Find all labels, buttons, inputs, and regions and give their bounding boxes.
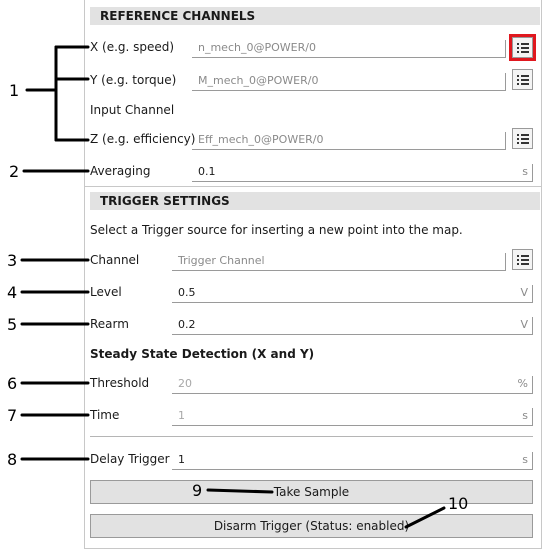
callout-line-10 bbox=[404, 506, 446, 529]
callout-3: 3 bbox=[7, 251, 18, 270]
callout-9: 9 bbox=[192, 481, 203, 500]
callout-2: 2 bbox=[9, 162, 20, 181]
callout-line-9 bbox=[206, 488, 274, 494]
callout-1: 1 bbox=[9, 81, 20, 100]
callout-lines bbox=[20, 45, 446, 529]
callout-8: 8 bbox=[7, 450, 18, 469]
callout-7: 7 bbox=[7, 406, 18, 425]
callout-5: 5 bbox=[7, 315, 18, 334]
callout-6: 6 bbox=[7, 374, 18, 393]
callout-4: 4 bbox=[7, 283, 18, 302]
callout-10: 10 bbox=[448, 494, 469, 513]
